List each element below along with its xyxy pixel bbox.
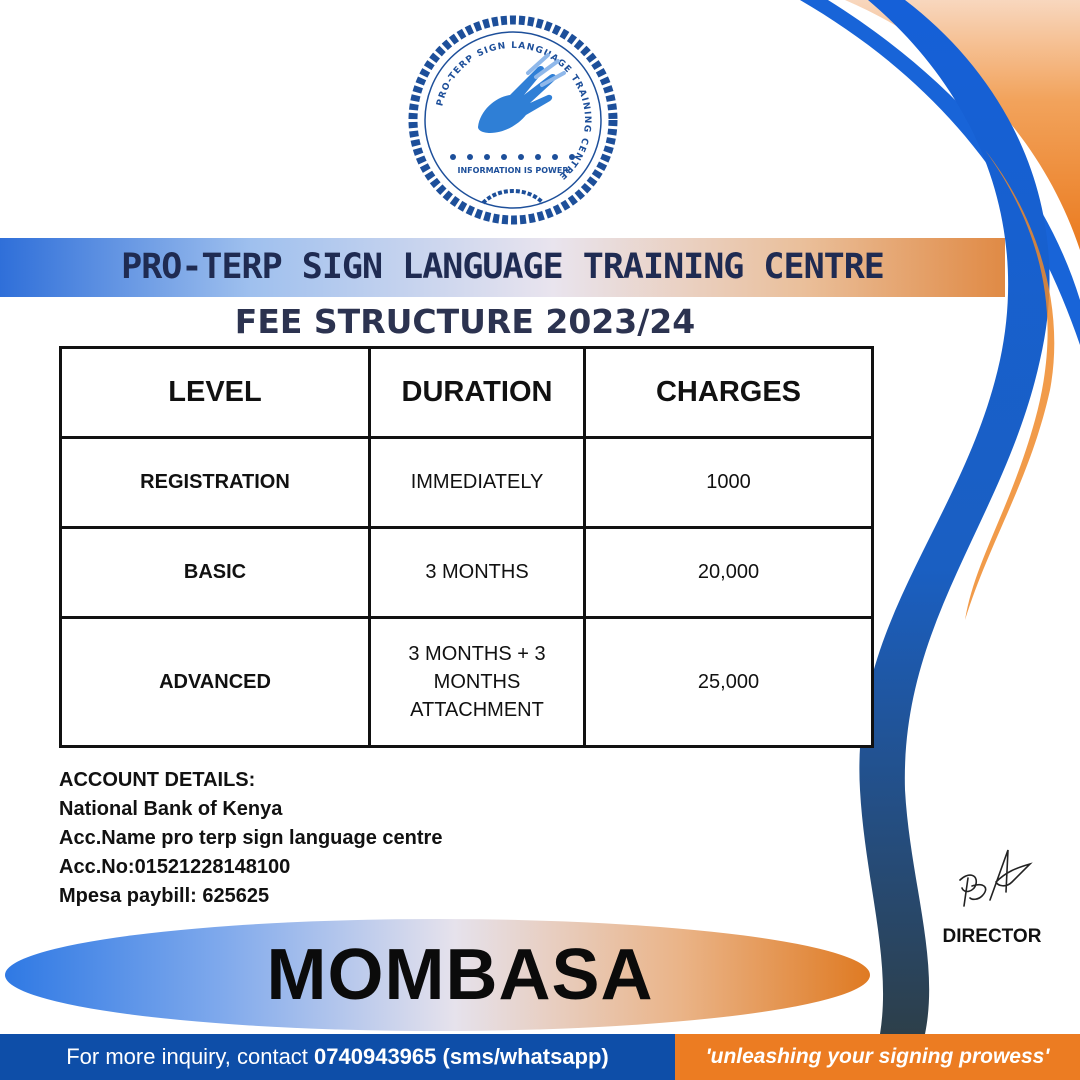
table-row: BASIC 3 MONTHS 20,000 — [59, 526, 874, 619]
contact-number: 0740943965 (sms/whatsapp) — [314, 1044, 609, 1069]
column-header-duration: DURATION — [368, 346, 586, 439]
city-name: MOMBASA — [266, 935, 654, 1015]
account-details: ACCOUNT DETAILS: National Bank of Kenya … — [59, 766, 659, 911]
charges-cell: 1000 — [583, 436, 874, 529]
table-row: ADVANCED 3 MONTHS + 3 MONTHS ATTACHMENT … — [59, 616, 874, 748]
level-cell: BASIC — [59, 526, 371, 619]
logo-motto: INFORMATION IS POWER — [458, 166, 569, 175]
director-signature — [959, 849, 1033, 907]
contact-prefix: For more inquiry, contact — [66, 1044, 315, 1069]
charges-cell: 25,000 — [583, 616, 874, 748]
duration-cell: 3 MONTHS — [368, 526, 586, 619]
level-cell: REGISTRATION — [59, 436, 371, 529]
centre-logo: PRO-TERP SIGN LANGUAGE TRAINING CENTRE I… — [408, 15, 618, 225]
footer-contact: For more inquiry, contact 0740943965 (sm… — [0, 1034, 675, 1080]
mpesa-paybill: Mpesa paybill: 625625 — [59, 885, 270, 907]
table-row: REGISTRATION IMMEDIATELY 1000 — [59, 436, 874, 529]
charges-cell: 20,000 — [583, 526, 874, 619]
column-header-level: LEVEL — [59, 346, 371, 439]
table-header-row: LEVEL DURATION CHARGES — [59, 346, 874, 439]
duration-cell: 3 MONTHS + 3 MONTHS ATTACHMENT — [368, 616, 586, 748]
fee-table: LEVEL DURATION CHARGES REGISTRATION IMME… — [59, 346, 874, 748]
level-cell: ADVANCED — [59, 616, 371, 748]
director-label: DIRECTOR — [942, 926, 1042, 947]
account-name: Acc.Name pro terp sign language centre — [59, 827, 443, 849]
duration-cell: IMMEDIATELY — [368, 436, 586, 529]
page-title: PRO-TERP SIGN LANGUAGE TRAINING CENTRE — [121, 247, 885, 287]
bank-name: National Bank of Kenya — [59, 798, 283, 820]
account-number: Acc.No:01521228148100 — [59, 856, 291, 878]
column-header-charges: CHARGES — [583, 346, 874, 439]
footer-tagline: 'unleashing your signing prowess' — [705, 1045, 1050, 1068]
duration-text: 3 MONTHS + 3 MONTHS ATTACHMENT — [408, 643, 546, 721]
account-heading: ACCOUNT DETAILS: — [59, 769, 256, 791]
fee-structure-heading: FEE STRUCTURE 2023/24 — [234, 302, 696, 341]
